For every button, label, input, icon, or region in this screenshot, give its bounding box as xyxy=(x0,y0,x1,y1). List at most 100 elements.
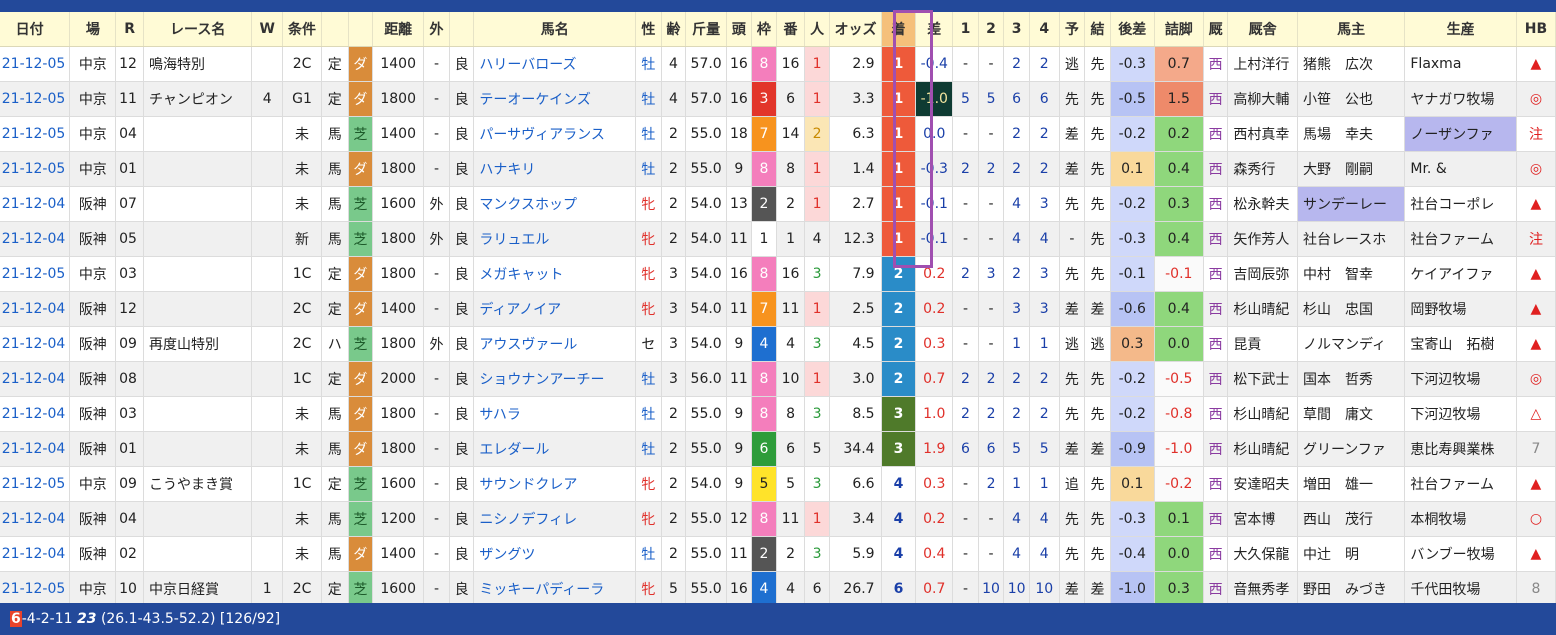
race-date[interactable]: 21-12-05 xyxy=(0,151,71,187)
horse-name-link[interactable]: ニシノデフィレ xyxy=(473,501,637,537)
header-cell[interactable]: 馬主 xyxy=(1297,12,1406,47)
table-row[interactable]: 21-12-05 中京 03 1C 定ダ 1800- 良メガキャット牝 3 54.0 16 8 16 3… xyxy=(0,256,1556,292)
header-cell[interactable]: 条件 xyxy=(282,12,322,47)
horse-name-link[interactable]: メガキャット xyxy=(473,256,637,292)
table-row[interactable]: 21-12-04 阪神 01 未馬ダ 1800- 良エレダール牡 2 55.0 9 6 6 5 34.4… xyxy=(0,431,1556,467)
horse-name-link[interactable]: ラリュエル xyxy=(473,221,637,257)
header-cell[interactable]: 距離 xyxy=(372,12,425,47)
header-cell[interactable] xyxy=(321,12,349,47)
header-cell[interactable]: 日付 xyxy=(0,12,71,47)
header-cell[interactable]: 厩舎 xyxy=(1227,12,1298,47)
race-date[interactable]: 21-12-04 xyxy=(0,186,71,222)
horse-name-link[interactable]: マンクスホップ xyxy=(473,186,637,222)
header-cell[interactable]: 性 xyxy=(635,12,662,47)
race-date[interactable]: 21-12-04 xyxy=(0,431,71,467)
horse-name-link[interactable]: テーオーケインズ xyxy=(473,81,637,117)
table-row[interactable]: 21-12-05 中京 12 鳴海特別 2C 定ダ 1400- 良ハリーバローズ牡 4 57.0 1… xyxy=(0,46,1556,82)
table-row[interactable]: 21-12-04 阪神 02 未馬ダ 1400- 良ザングツ牡 2 55.0 11 2 2 3 5.9 4… xyxy=(0,536,1556,572)
table-row[interactable]: 21-12-05 中京 11 チャンピオン 4 G1 定ダ 1800- 良テーオーケインズ牡 4 5… xyxy=(0,81,1556,117)
horse-name-link[interactable]: サウンドクレア xyxy=(473,466,637,502)
hb-mark: ▲ xyxy=(1516,291,1556,327)
carried-weight: 54.0 xyxy=(685,291,728,327)
race-date[interactable]: 21-12-04 xyxy=(0,396,71,432)
horse-number: 1 xyxy=(776,221,805,257)
race-date[interactable]: 21-12-04 xyxy=(0,291,71,327)
horse-name-link[interactable]: サハラ xyxy=(473,396,637,432)
horse-name-link[interactable]: エレダール xyxy=(473,431,637,467)
weight-rule: 定 xyxy=(321,256,349,292)
owner-name: 野田 みづき xyxy=(1297,571,1406,607)
header-cell[interactable]: 齢 xyxy=(661,12,687,47)
popularity: 1 xyxy=(804,186,831,222)
horse-name-link[interactable]: ハリーバローズ xyxy=(473,46,637,82)
owner-name: 小笹 公也 xyxy=(1297,81,1406,117)
header-cell[interactable]: 1 xyxy=(952,12,979,47)
corner-4: 4 xyxy=(1029,221,1060,257)
predicted-style: 先 xyxy=(1059,396,1086,432)
header-cell[interactable]: 馬名 xyxy=(473,12,637,47)
table-row[interactable]: 21-12-04 阪神 12 2C 定ダ 1400- 良ディアノイア牝 3 54.0 11 7 11 1… xyxy=(0,291,1556,327)
table-row[interactable]: 21-12-05 中京 09 こうやまき賞 1C 定芝 1600- 良サウンドクレア牝 2 54.… xyxy=(0,466,1556,502)
header-cell[interactable]: 予 xyxy=(1059,12,1086,47)
header-cell[interactable]: レース名 xyxy=(143,12,253,47)
race-date[interactable]: 21-12-05 xyxy=(0,46,71,82)
header-cell[interactable]: 4 xyxy=(1029,12,1060,47)
race-date[interactable]: 21-12-05 xyxy=(0,116,71,152)
header-cell[interactable]: W xyxy=(251,12,284,47)
horse-name-link[interactable]: ハナキリ xyxy=(473,151,637,187)
race-date[interactable]: 21-12-04 xyxy=(0,536,71,572)
header-cell[interactable]: R xyxy=(115,12,144,47)
header-cell[interactable]: 3 xyxy=(1003,12,1030,47)
race-name xyxy=(143,256,253,292)
table-row[interactable]: 21-12-05 中京 01 未馬ダ 1800- 良ハナキリ牡 2 55.0 9 8 8 1 1.4 1-… xyxy=(0,151,1556,187)
header-cell[interactable]: 外 xyxy=(423,12,450,47)
horse-name-link[interactable]: ディアノイア xyxy=(473,291,637,327)
header-cell[interactable]: 番 xyxy=(776,12,805,47)
header-cell[interactable]: 斤量 xyxy=(685,12,728,47)
header-cell[interactable]: 頭 xyxy=(726,12,752,47)
horse-name-link[interactable]: ミッキーパディーラ xyxy=(473,571,637,607)
table-row[interactable]: 21-12-04 阪神 08 1C 定ダ 2000- 良ショウナンアーチー牡 3 56.0 11 8… xyxy=(0,361,1556,397)
header-cell[interactable]: 人 xyxy=(804,12,831,47)
header-cell[interactable] xyxy=(348,12,374,47)
header-cell[interactable]: 2 xyxy=(978,12,1005,47)
table-row[interactable]: 21-12-05 中京 04 未馬芝 1400- 良パーサヴィアランス牡 2 55.0 18 7 1… xyxy=(0,116,1556,152)
header-cell[interactable]: オッズ xyxy=(829,12,882,47)
header-cell[interactable]: 枠 xyxy=(751,12,778,47)
header-cell[interactable]: 着 xyxy=(881,12,917,47)
header-cell[interactable]: 後差 xyxy=(1110,12,1155,47)
header-cell[interactable]: 差 xyxy=(915,12,954,47)
horse-name-link[interactable]: ショウナンアーチー xyxy=(473,361,637,397)
race-date[interactable]: 21-12-05 xyxy=(0,81,71,117)
table-row[interactable]: 21-12-04 阪神 09 再度山特別 2C ハ芝 1800 外良アウスヴァールセ 3 54.0… xyxy=(0,326,1556,362)
header-cell[interactable]: 場 xyxy=(69,12,117,47)
header-cell[interactable]: HB xyxy=(1516,12,1556,47)
gate-frame: 3 xyxy=(751,81,778,117)
horse-name-link[interactable]: パーサヴィアランス xyxy=(473,116,637,152)
race-number: 09 xyxy=(115,466,144,502)
header-cell[interactable]: 詰脚 xyxy=(1154,12,1204,47)
table-row[interactable]: 21-12-05 中京 10 中京日経賞 1 2C 定芝 1600- 良ミッキーパディーラ牝 5 5… xyxy=(0,571,1556,607)
table-row[interactable]: 21-12-04 阪神 04 未馬芝 1200- 良ニシノデフィレ牝 2 55.0 12 8 11 1… xyxy=(0,501,1556,537)
table-row[interactable]: 21-12-04 阪神 05 新馬芝 1800 外良ラリュエル牝 2 54.0 11 1 1 4 12.… xyxy=(0,221,1556,257)
header-cell[interactable] xyxy=(449,12,475,47)
corner-4: 4 xyxy=(1029,501,1060,537)
distance: 1200 xyxy=(372,501,425,537)
header-cell[interactable]: 厩 xyxy=(1203,12,1229,47)
race-date[interactable]: 21-12-05 xyxy=(0,571,71,607)
race-date[interactable]: 21-12-05 xyxy=(0,256,71,292)
race-date[interactable]: 21-12-04 xyxy=(0,221,71,257)
table-row[interactable]: 21-12-04 阪神 03 未馬ダ 1800- 良サハラ牡 2 55.0 9 8 8 3 8.5 3 1.… xyxy=(0,396,1556,432)
table-row[interactable]: 21-12-04 阪神 07 未馬芝 1600 外良マンクスホップ牝 2 54.0 13 2 2 1 2… xyxy=(0,186,1556,222)
race-date[interactable]: 21-12-04 xyxy=(0,361,71,397)
horse-name-link[interactable]: アウスヴァール xyxy=(473,326,637,362)
horse-sex: 牝 xyxy=(635,571,662,607)
header-cell[interactable]: 生産 xyxy=(1404,12,1517,47)
result-style: 先 xyxy=(1084,46,1111,82)
horse-name-link[interactable]: ザングツ xyxy=(473,536,637,572)
time-diff: 0.2 xyxy=(915,256,954,292)
race-date[interactable]: 21-12-05 xyxy=(0,466,71,502)
race-date[interactable]: 21-12-04 xyxy=(0,501,71,537)
race-date[interactable]: 21-12-04 xyxy=(0,326,71,362)
header-cell[interactable]: 結 xyxy=(1084,12,1111,47)
